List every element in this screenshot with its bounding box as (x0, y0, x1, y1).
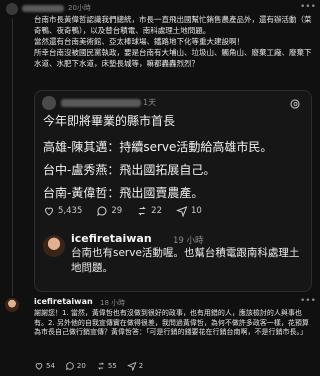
share-count: 10 (191, 206, 202, 216)
heart-icon (35, 363, 43, 370)
comment-button[interactable]: 29 (96, 205, 122, 217)
reply-body: 謝謝您！1. 當然，黃偉哲也有沒做到很好的政事，也有用錯的人，應該檢討的人與事也… (34, 309, 309, 336)
nested-reply-username[interactable]: icefiretaiwan (71, 232, 152, 245)
quote-line-taichung: 台中-盧秀燕：飛出國拓展自己。 (43, 163, 216, 177)
like-button[interactable]: 54 (34, 361, 55, 371)
more-options-icon[interactable]: ••• (300, 2, 316, 12)
more-options-icon[interactable]: ••• (300, 296, 316, 306)
comment-button[interactable]: 20 (65, 361, 86, 371)
post-time: 20小時 (68, 4, 91, 12)
nested-reply-time: 19 小時 (173, 236, 204, 246)
share-button[interactable]: 10 (176, 205, 202, 217)
quoted-post[interactable]: 1天 今年即將畢業的縣市首長 高雄-陳其邁：持續serve活動給高雄市民。 台中… (34, 90, 312, 292)
repost-count: 55 (107, 362, 117, 370)
comment-icon (97, 206, 107, 217)
reply-actions: 54 20 55 2 (34, 361, 143, 371)
quoted-post-time: 1天 (143, 98, 157, 107)
comment-count: 20 (76, 362, 86, 370)
avatar (42, 96, 56, 110)
threads-logo-icon (289, 95, 301, 114)
post-body: 台南市長黃偉哲認識我們總統，市長一直飛出國幫忙銷售農產品外，還有辦活動（菜奇鴨、… (34, 15, 312, 68)
repost-button[interactable]: 55 (96, 361, 117, 371)
avatar[interactable] (6, 3, 18, 15)
repost-button[interactable]: 22 (136, 205, 162, 217)
repost-icon (97, 362, 104, 370)
share-count: 2 (138, 362, 144, 370)
nested-reply-text: 台南也有serve活動喔。也幫台積電跟南科處理土地問題。 (71, 247, 300, 274)
like-count: 54 (46, 362, 55, 370)
repost-icon (138, 206, 146, 216)
avatar[interactable] (5, 298, 19, 312)
quote-actions: 5,435 29 22 10 (43, 205, 303, 217)
heart-icon (44, 207, 54, 216)
like-count: 5,435 (58, 206, 83, 216)
like-button[interactable]: 5,435 (43, 205, 82, 217)
quote-line-kaohsiung: 高雄-陳其邁：持續serve活動給高雄市民。 (43, 140, 273, 154)
reply-time: 18 小時 (100, 299, 126, 307)
share-icon (126, 361, 137, 371)
comment-icon (65, 362, 74, 371)
quote-headline: 今年即將畢業的縣市首長 (43, 114, 176, 128)
quote-line-tainan: 台南-黃偉哲：飛出國賣農產。 (43, 186, 204, 200)
share-button[interactable]: 2 (126, 361, 144, 371)
username-redacted (61, 99, 141, 107)
comment-count: 29 (111, 206, 123, 216)
reply-username[interactable]: icefiretaiwan (34, 297, 93, 306)
share-icon (176, 206, 188, 217)
avatar[interactable] (43, 235, 65, 257)
username-redacted (22, 5, 64, 12)
repost-count: 22 (151, 206, 162, 216)
thread-connector (12, 18, 13, 296)
